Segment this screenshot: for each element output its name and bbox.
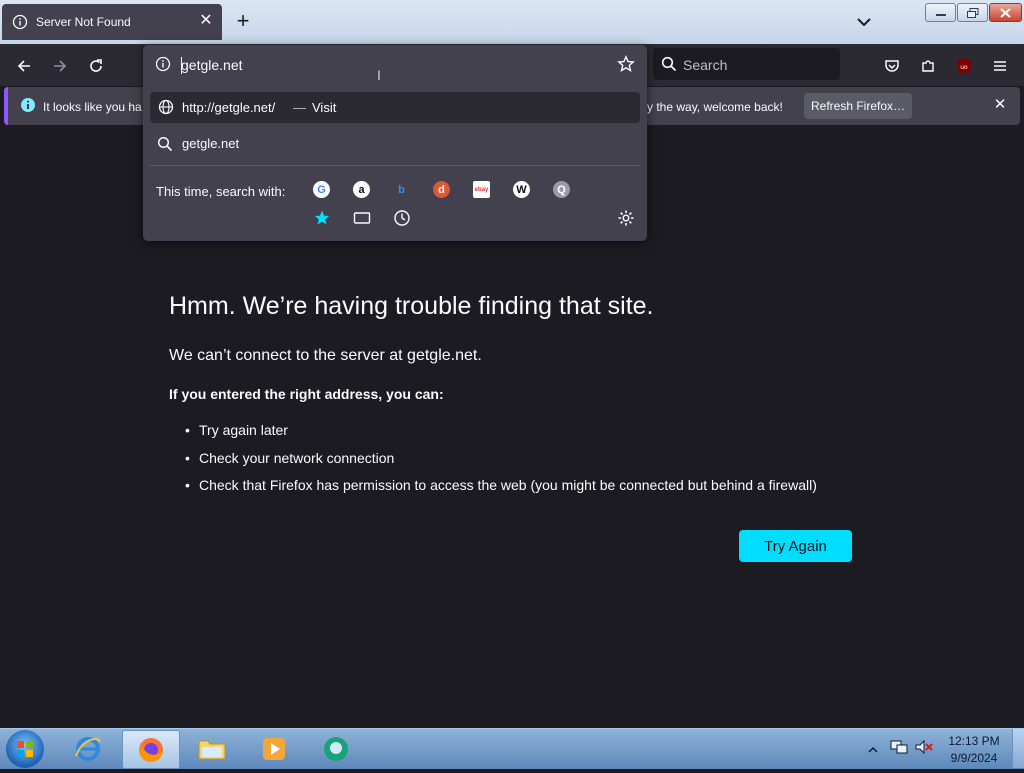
reload-button[interactable] [82,52,110,80]
divider [150,165,640,166]
close-icon [1000,7,1011,18]
ublock-origin-icon: uo [957,58,971,74]
notification-close-button[interactable]: ✕ [991,96,1009,114]
info-icon [12,14,28,30]
oneoff-search-label: This time, search with: [156,184,286,199]
show-desktop-button[interactable] [1012,729,1024,768]
error-subtitle: We can’t connect to the server at getgle… [169,347,482,364]
search-bar[interactable]: Search [653,48,840,80]
gear-icon [618,210,634,226]
new-tab-button[interactable]: + [232,10,254,33]
forward-arrow-icon [54,60,67,72]
clock-time[interactable]: 12:13 PM [946,734,1002,748]
start-button[interactable] [6,730,44,768]
duckduckgo-engine-button[interactable]: d [433,181,450,198]
error-suggestions-heading: If you entered the right address, you ca… [169,386,444,402]
restore-icon [966,7,978,18]
globe-icon [158,99,174,115]
taskbar-file-explorer[interactable] [184,730,240,767]
search-placeholder: Search [683,57,728,73]
suggestion-separator: — [293,100,306,115]
svg-text:uo: uo [960,64,968,71]
folder-icon [198,740,226,759]
star-icon [314,210,330,225]
tray-expand-icon[interactable] [868,742,878,760]
google-engine-button[interactable]: G [313,181,330,198]
clock-icon [394,210,410,226]
taskbar-app[interactable] [308,730,364,767]
ibeam-cursor-icon: I [377,67,381,83]
extensions-button[interactable] [914,52,942,80]
error-title: Hmm. We’re having trouble finding that s… [169,292,654,320]
error-suggestion-item: • Check that Firefox has permission to ac… [185,477,817,493]
taskbar-firefox[interactable] [122,730,180,769]
tab-title: Server Not Found [36,15,131,29]
refresh-firefox-button[interactable]: Refresh Firefox… [804,93,912,119]
window-close-button[interactable] [989,3,1022,22]
suggestion-search[interactable]: getgle.net [182,136,239,151]
info-icon [21,98,35,112]
reload-icon [90,59,102,72]
suggestion-action: Visit [312,100,337,115]
forward-button[interactable] [46,52,74,80]
error-suggestion-item: • Check your network connection [185,450,395,466]
search-icon [661,56,677,72]
bing-engine-button[interactable]: b [393,181,410,198]
media-player-icon [263,737,285,760]
pocket-button[interactable] [878,52,906,80]
other-search-engine-button[interactable]: Q [553,181,570,198]
ebay-engine-button[interactable]: ebay [473,181,490,198]
try-again-button[interactable]: Try Again [739,530,852,562]
window-minimize-button[interactable] [925,3,956,22]
taskbar-internet-explorer[interactable] [60,730,116,767]
tab-close-button[interactable]: ✕ [198,13,214,29]
bookmarks-search-button[interactable] [313,209,331,232]
network-icon[interactable] [890,739,908,760]
chevron-down-icon[interactable] [854,12,874,32]
tab-server-not-found[interactable]: Server Not Found ✕ [2,4,222,40]
suggestion-url: http://getgle.net/ [182,100,276,115]
notification-text-end: y the way, welcome back! [647,100,783,114]
window-restore-button[interactable] [957,3,988,22]
firefox-icon [139,737,163,762]
volume-muted-icon[interactable] [914,739,934,760]
history-search-button[interactable] [393,209,411,232]
url-text: getgle.net [181,57,243,73]
puzzle-icon [922,60,934,72]
amazon-engine-button[interactable]: a [353,181,370,198]
app-icon [324,736,348,761]
windows-logo-icon [17,741,33,757]
site-info-icon[interactable] [155,56,171,72]
internet-explorer-icon [75,736,101,761]
search-settings-button[interactable] [617,209,635,232]
search-icon [157,136,173,152]
notification-text: It looks like you ha [43,100,142,114]
hamburger-icon [994,61,1006,71]
menu-button[interactable] [986,52,1014,80]
error-suggestion-item: • Try again later [185,422,288,438]
tab-icon [353,212,371,224]
back-button[interactable] [10,52,38,80]
minimize-icon [935,13,946,16]
tabs-search-button[interactable] [353,210,371,231]
ublock-button[interactable]: uo [950,52,978,80]
bookmark-star-icon[interactable] [617,55,635,73]
taskbar-media-player[interactable] [246,730,302,767]
wikipedia-engine-button[interactable]: W [513,181,530,198]
back-arrow-icon [17,60,30,72]
pocket-icon [885,60,899,72]
text-caret [181,57,182,74]
clock-date[interactable]: 9/9/2024 [946,751,1002,765]
